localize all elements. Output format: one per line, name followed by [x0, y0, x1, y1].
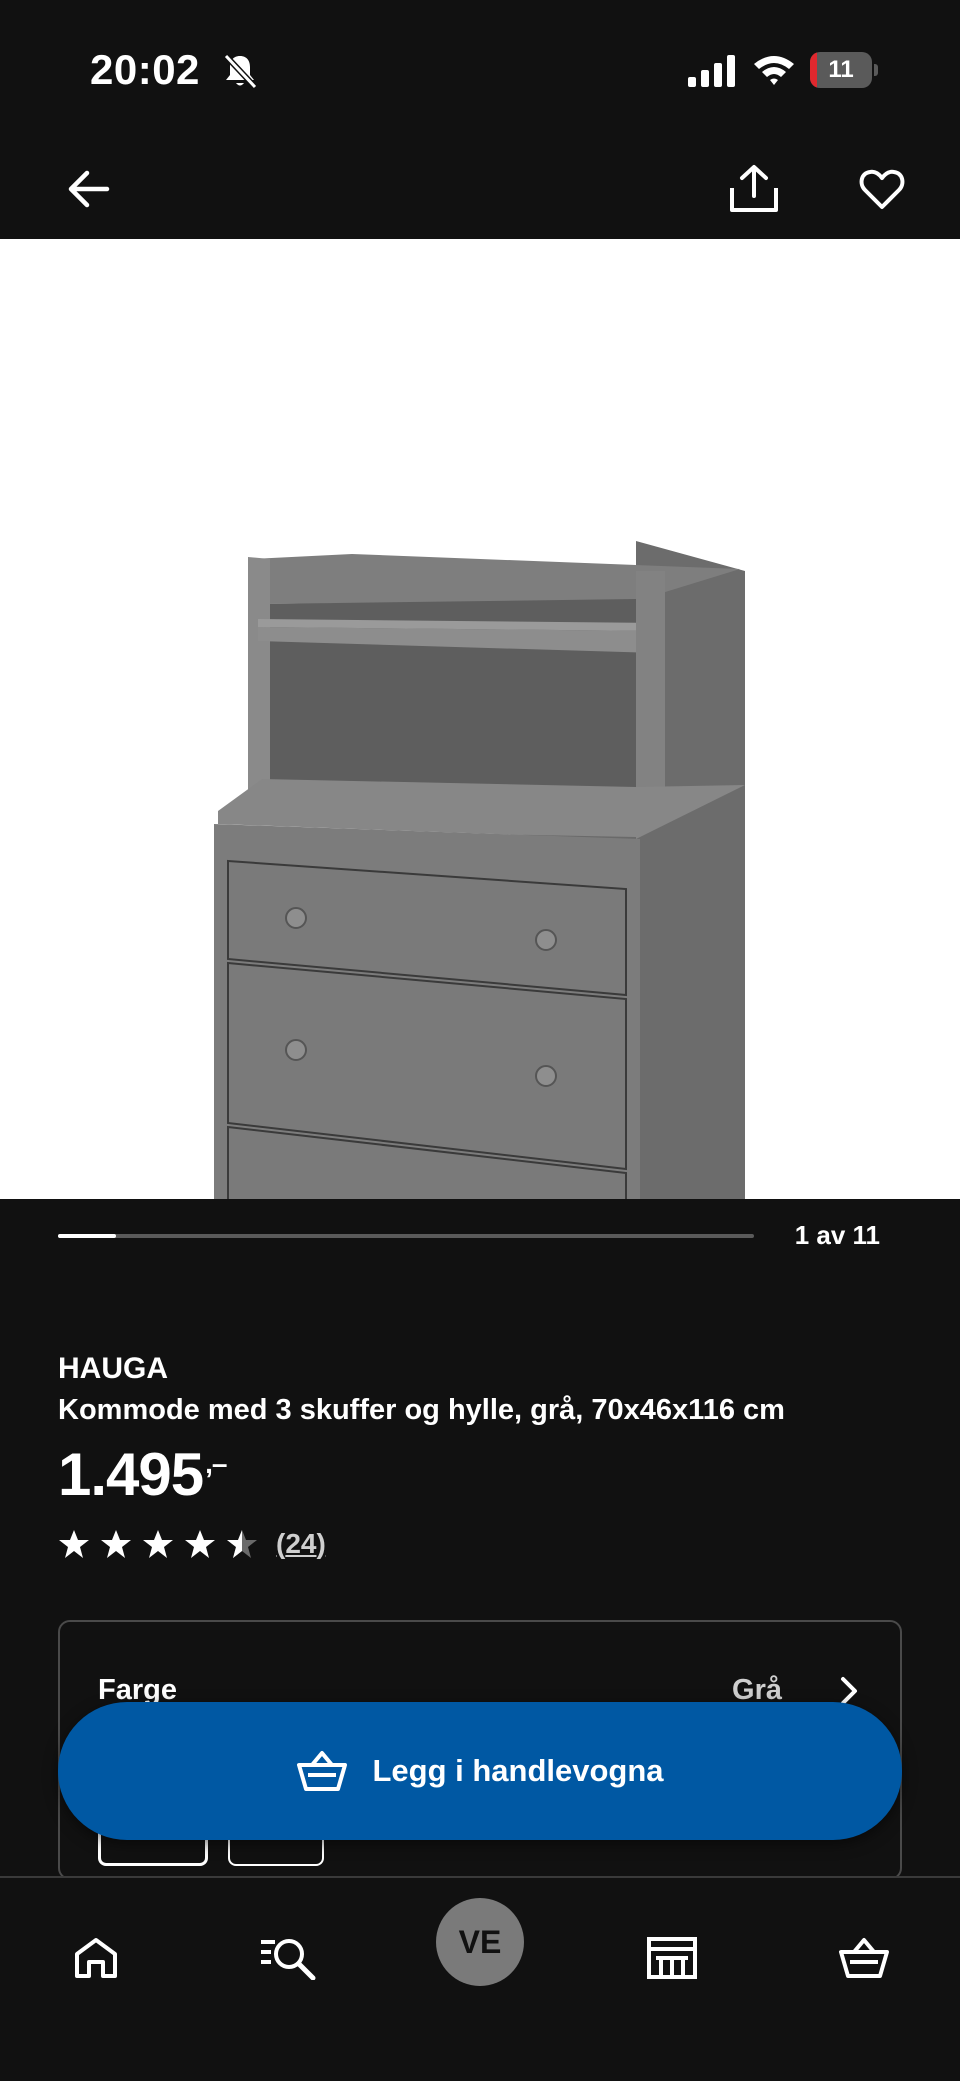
battery-indicator: 11 — [810, 52, 878, 88]
star-icon — [101, 1530, 131, 1558]
arrow-left-icon — [68, 170, 110, 208]
status-time: 20:02 — [90, 46, 200, 93]
product-image — [214, 541, 745, 1199]
gallery-progress-fill — [58, 1234, 116, 1238]
product-rating[interactable]: (24) — [58, 1526, 326, 1562]
tab-profile[interactable]: VE — [436, 1898, 524, 1986]
star-icon — [185, 1530, 215, 1558]
star-icon — [143, 1530, 173, 1558]
basket-icon — [839, 1938, 889, 1978]
price-value: 1.495 — [58, 1441, 204, 1508]
product-price: 1.495,– — [58, 1440, 228, 1509]
add-to-cart-button[interactable]: Legg i handlevogna — [58, 1702, 902, 1840]
product-description: Kommode med 3 skuffer og hylle, grå, 70x… — [58, 1394, 785, 1426]
share-icon — [730, 165, 778, 212]
bell-off-icon — [223, 53, 258, 90]
review-count-value[interactable]: 24 — [285, 1528, 316, 1559]
tab-home[interactable] — [52, 1914, 140, 2002]
home-icon — [75, 1938, 117, 1978]
add-to-cart-label: Legg i handlevogna — [372, 1753, 664, 1788]
back-button[interactable] — [58, 159, 118, 219]
star-half-icon — [227, 1530, 257, 1558]
avatar: VE — [458, 1923, 502, 1960]
review-count[interactable]: (24) — [276, 1528, 326, 1560]
heart-icon — [859, 169, 905, 209]
product-image-gallery[interactable] — [0, 239, 960, 1199]
tab-search[interactable] — [244, 1914, 332, 2002]
tab-stores[interactable] — [628, 1914, 716, 2002]
gallery-progress-bar — [58, 1234, 754, 1238]
search-list-icon — [261, 1939, 316, 1980]
basket-icon — [297, 1751, 348, 1791]
top-navigation — [0, 135, 960, 239]
product-brand: HAUGA — [58, 1352, 168, 1385]
status-bar: 20:02 11 — [0, 0, 960, 135]
store-icon — [647, 1937, 697, 1979]
gallery-counter: 1 av 11 — [794, 1220, 880, 1250]
tab-cart[interactable] — [820, 1914, 908, 2002]
bottom-tab-bar: VE — [0, 1876, 960, 2081]
share-button[interactable] — [724, 159, 784, 219]
wifi-icon — [754, 56, 794, 85]
star-icon — [59, 1530, 89, 1558]
favorite-button[interactable] — [852, 159, 912, 219]
price-suffix: ,– — [205, 1448, 227, 1479]
battery-level: 11 — [828, 56, 854, 83]
cellular-signal-icon — [688, 55, 735, 87]
